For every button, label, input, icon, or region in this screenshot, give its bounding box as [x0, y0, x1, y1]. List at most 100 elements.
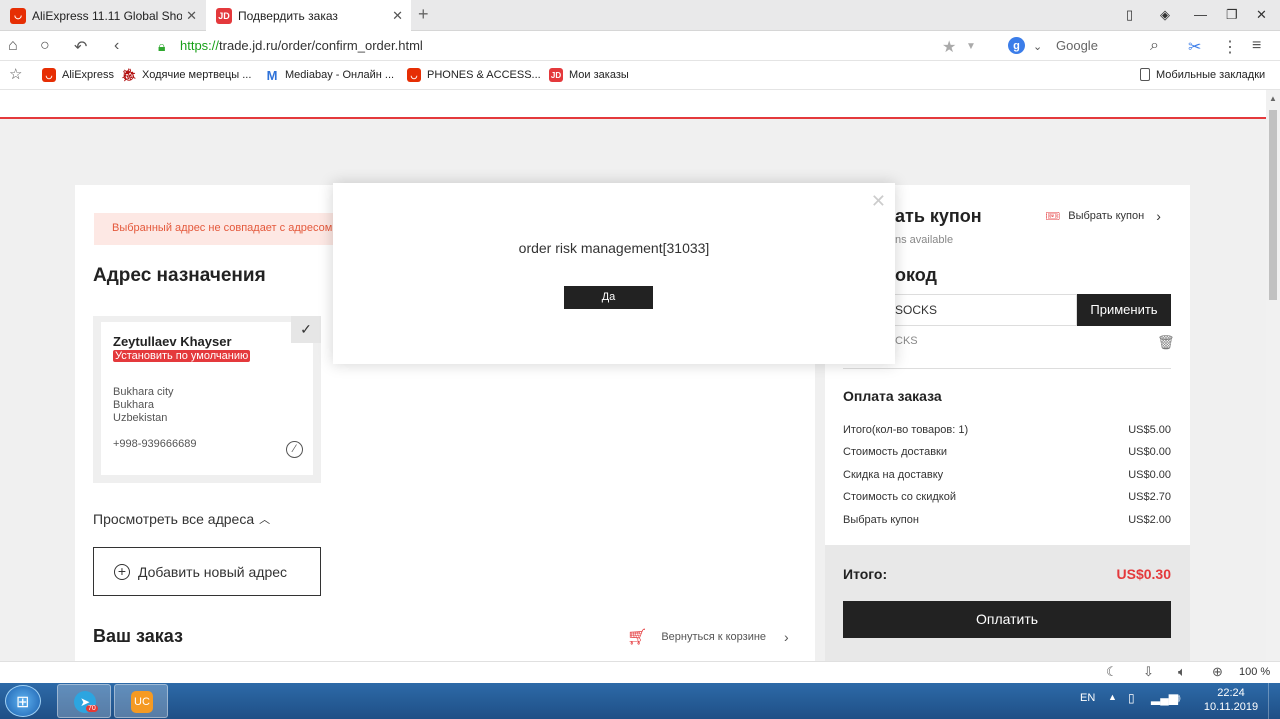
phone-icon	[1140, 68, 1150, 81]
tray-up-icon[interactable]: ▲	[1108, 692, 1117, 702]
reload-icon[interactable]: ○	[40, 37, 50, 55]
address-name: Zeytullaev Khayser	[113, 334, 232, 349]
chevron-right-icon: ›	[784, 629, 789, 645]
bookmark-mediabay[interactable]: M Mediabay - Онлайн ...	[265, 67, 395, 83]
tab-label: Подвердить заказ	[238, 8, 338, 23]
mobile-bookmarks[interactable]: Мобильные закладки	[1140, 68, 1265, 81]
bookmark-aliexpress[interactable]: ◡ AliExpress	[42, 68, 114, 82]
chevron-up-icon: ︿	[259, 514, 271, 526]
new-tab-button[interactable]: +	[418, 4, 429, 25]
url-field[interactable]: https://trade.jd.ru/order/confirm_order.…	[180, 38, 423, 53]
device-icon[interactable]: ▯	[1128, 691, 1135, 705]
add-address-label: Добавить новый адрес	[138, 563, 288, 580]
maximize-icon[interactable]: ❐	[1226, 7, 1238, 23]
star-icon[interactable]: ★	[942, 37, 956, 57]
jd-icon: JD	[216, 7, 232, 24]
close-icon[interactable]: ✕	[871, 191, 886, 212]
clock[interactable]: 22:24 10.11.2019	[1200, 686, 1262, 714]
view-all-label: Просмотреть все адреса	[93, 511, 255, 527]
bookmark-phones[interactable]: ◡ PHONES & ACCESS...	[407, 68, 541, 82]
address-card[interactable]: Zeytullaev Khayser Установить по умолчан…	[93, 316, 321, 483]
set-default-badge[interactable]: Установить по умолчанию	[113, 350, 251, 362]
payment-row: Стоимость со скидкой US$2.70	[843, 491, 1171, 503]
add-address-button[interactable]: + Добавить новый адрес	[93, 547, 321, 596]
view-all-addresses[interactable]: Просмотреть все адреса ︿	[93, 511, 270, 527]
home-icon[interactable]: ⌂	[8, 37, 18, 55]
aliexpress-icon: ◡	[42, 68, 56, 82]
zoom-level: 100 %	[1239, 666, 1271, 678]
row-value: US$2.70	[1128, 491, 1171, 503]
uc-browser-icon: UC	[131, 691, 153, 713]
address-bar: ⌂ ○ ↶ ‹ 🔒︎ https://trade.jd.ru/order/con…	[0, 31, 1280, 61]
chevron-down-icon[interactable]: ▼	[966, 41, 976, 52]
total-value: US$0.30	[1116, 566, 1171, 582]
row-label: Итого(кол-во товаров: 1)	[843, 424, 969, 436]
edit-icon[interactable]: ⁄	[286, 441, 303, 458]
menu-icon[interactable]: ≡	[1252, 37, 1261, 55]
ok-button[interactable]: Да	[564, 286, 653, 309]
scrollbar[interactable]: ▲	[1266, 90, 1280, 661]
risk-dialog: ✕ order risk management[31033] Да	[333, 183, 895, 364]
search-input[interactable]: Google	[1056, 38, 1098, 53]
row-value: US$0.00	[1128, 469, 1171, 481]
row-value: US$5.00	[1128, 424, 1171, 436]
bookmark-label: Мобильные закладки	[1156, 68, 1266, 81]
aliexpress-icon: ◡	[10, 7, 26, 24]
your-order-title: Ваш заказ	[93, 626, 183, 646]
language-indicator[interactable]: EN	[1080, 692, 1095, 704]
windows-logo-icon: ⊞	[16, 694, 30, 711]
close-window-icon[interactable]: ✕	[1256, 7, 1267, 23]
tab-label: AliExpress 11.11 Global Shoppi	[32, 8, 182, 23]
download-icon[interactable]: ⇩	[1143, 664, 1154, 680]
address-title: Адрес назначения	[93, 265, 266, 286]
undo-icon[interactable]: ↶	[74, 37, 87, 57]
close-tab-icon[interactable]: ✕	[392, 8, 403, 24]
tab-confirm-order[interactable]: JD Подвердить заказ ✕	[206, 0, 411, 31]
telegram-app[interactable]: ➤ 70	[57, 684, 111, 718]
apply-button[interactable]: Применить	[1077, 294, 1171, 326]
minimize-icon[interactable]: —	[1194, 7, 1207, 22]
search-icon[interactable]: ⌕	[1150, 37, 1159, 55]
lock-icon: 🔒︎	[158, 38, 166, 54]
mediabay-icon: M	[266, 67, 278, 83]
ticket-icon: 🎟︎	[1045, 209, 1061, 223]
scroll-up-icon[interactable]: ▲	[1269, 94, 1277, 103]
more-icon[interactable]: ⋮	[1222, 37, 1238, 57]
divider	[843, 368, 1171, 369]
back-to-cart-link[interactable]: 🛒︎ Вернуться к корзине ›	[627, 627, 789, 647]
star-outline-icon[interactable]: ☆	[9, 65, 22, 83]
bookmark-label: PHONES & ACCESS...	[427, 69, 541, 81]
moon-icon[interactable]: ☾	[1106, 664, 1118, 680]
trash-icon[interactable]: 🗑︎	[1157, 334, 1175, 351]
back-icon[interactable]: ‹	[114, 37, 119, 55]
pay-button[interactable]: Оплатить	[843, 601, 1171, 638]
payment-title: Оплата заказа	[843, 388, 942, 404]
address-lines: Bukhara city Bukhara Uzbekistan	[113, 386, 174, 425]
site-header	[0, 90, 1266, 119]
close-tab-icon[interactable]: ✕	[186, 8, 197, 24]
url-scheme: https://	[180, 38, 220, 53]
bookmark-walking-dead[interactable]: 🐞︎ Ходячие мертвецы ...	[121, 68, 251, 82]
coupon-title: ать купон	[895, 206, 982, 226]
speaker-icon[interactable]: 🔈︎	[1178, 664, 1186, 680]
row-label: Стоимость доставки	[843, 446, 947, 458]
chevron-down-icon[interactable]: ⌄	[1033, 40, 1042, 53]
extensions-icon[interactable]: ◈	[1160, 7, 1170, 23]
scissors-icon[interactable]: ✂	[1188, 37, 1201, 57]
start-button[interactable]: ⊞	[5, 685, 41, 717]
clock-date: 10.11.2019	[1203, 701, 1259, 713]
zoom-icon[interactable]: ⊕	[1212, 664, 1223, 680]
search-engine-icon[interactable]: g	[1008, 37, 1025, 54]
bug-icon: 🐞︎	[121, 68, 137, 82]
scroll-thumb[interactable]	[1269, 110, 1277, 300]
address-region: Bukhara	[113, 399, 154, 411]
show-desktop-button[interactable]	[1268, 683, 1280, 719]
tab-list-icon[interactable]: ▯	[1126, 7, 1133, 23]
uc-browser-app[interactable]: UC	[114, 684, 168, 718]
windows-taskbar: ⊞ ➤ 70 UC EN ▲ ▯ ▂▄▆ 🔊︎ 22:24 10.11.2019	[0, 683, 1280, 719]
bookmark-my-orders[interactable]: JD Мои заказы	[549, 68, 629, 82]
tab-aliexpress[interactable]: ◡ AliExpress 11.11 Global Shoppi ✕	[0, 0, 205, 31]
address-city: Bukhara city	[113, 386, 174, 398]
volume-icon[interactable]: 🔊︎	[1173, 691, 1181, 706]
select-coupon-link[interactable]: 🎟︎ Выбрать купон ›	[1045, 208, 1161, 224]
